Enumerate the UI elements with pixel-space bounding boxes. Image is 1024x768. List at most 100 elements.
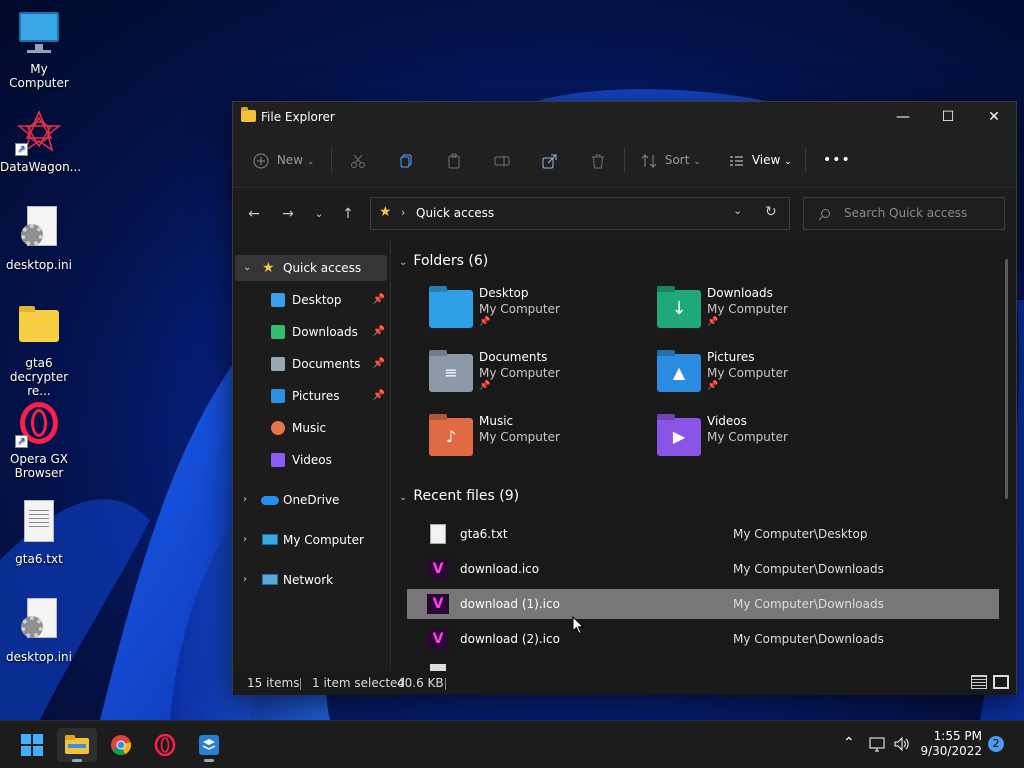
taskbar-app[interactable] (189, 728, 229, 762)
opera-gx-icon: ↗ (15, 400, 63, 448)
taskbar-file-explorer[interactable] (57, 728, 97, 762)
window-title: File Explorer (261, 110, 335, 124)
sort-button[interactable]: Sort ⌄ (641, 147, 701, 173)
tiles-view-icon[interactable] (993, 675, 1009, 689)
recent-header-label: Recent files (9) (413, 488, 520, 504)
up-button[interactable]: ↑ (338, 206, 358, 222)
copy-button[interactable] (398, 147, 414, 173)
sidebar-item-label: Downloads (292, 325, 358, 339)
table-row[interactable]: gta6.txt My Computer\Desktop (407, 519, 999, 549)
file-location: My Computer\Downloads (733, 562, 884, 576)
clock[interactable]: 1:55 PM 9/30/2022 (920, 729, 982, 759)
sidebar-item-music[interactable]: Music (235, 415, 387, 441)
search-box[interactable]: Search Quick access (803, 197, 1005, 230)
folder-tile-music[interactable]: ♪ Music My Computer (429, 414, 649, 470)
sort-label: Sort (664, 153, 690, 167)
maximize-button[interactable]: ☐ (925, 102, 971, 132)
folder-tile-desktop[interactable]: Desktop My Computer 📌 (429, 286, 649, 342)
volume-icon[interactable] (893, 736, 911, 752)
separator (331, 148, 332, 172)
folder-tile-documents[interactable]: ≡ Documents My Computer 📌 (429, 350, 649, 406)
settings-file-icon (15, 598, 63, 646)
sidebar-item-label: Quick access (283, 261, 362, 275)
vertical-scrollbar[interactable] (1005, 259, 1008, 499)
pin-icon: 📌 (707, 381, 719, 391)
desktop-icon-gta6-folder[interactable]: gta6 decrypter re... (0, 304, 78, 398)
desktop-icon-desktop-ini[interactable]: desktop.ini (0, 206, 78, 272)
desktop-icon-datawagon[interactable]: ↗ DataWagon... (0, 108, 81, 174)
chevron-down-icon: ⌄ (399, 257, 408, 268)
file-icon (430, 664, 446, 671)
desktop-icon-label: My Computer (9, 62, 69, 90)
recent-files-section-header[interactable]: ⌄ Recent files (9) (399, 488, 519, 504)
sidebar-item-videos[interactable]: Videos (235, 447, 387, 473)
refresh-icon[interactable]: ↻ (765, 204, 777, 220)
taskbar-chrome[interactable] (101, 728, 141, 762)
chevron-right-icon: › (243, 494, 247, 505)
notification-badge[interactable]: 2 (988, 736, 1004, 752)
search-icon (818, 209, 830, 221)
close-button[interactable]: ✕ (971, 102, 1017, 132)
text-file-icon (430, 524, 446, 544)
sidebar-item-documents[interactable]: Documents 📌 (235, 351, 387, 377)
folder-location: My Computer (707, 430, 788, 444)
clock-date: 9/30/2022 (920, 744, 982, 758)
table-row[interactable]: V download.ico My Computer\Downloads (407, 554, 999, 584)
view-button[interactable]: View ⌄ (728, 147, 792, 173)
table-row-selected[interactable]: V download (1).ico My Computer\Downloads (407, 589, 999, 619)
folders-section-header[interactable]: ⌄ Folders (6) (399, 253, 488, 269)
show-hidden-icons-chevron-icon[interactable]: ⌃ (843, 735, 855, 751)
network-status-icon[interactable] (869, 737, 887, 752)
share-button[interactable] (542, 147, 558, 173)
folder-location: My Computer (479, 430, 560, 444)
rename-button[interactable] (494, 147, 510, 173)
downloads-folder-icon: ↓ (657, 290, 701, 328)
new-label: New (276, 153, 304, 167)
file-name: download (2).ico (460, 632, 560, 646)
paste-button[interactable] (446, 147, 462, 173)
content-pane: ⌄ Folders (6) Desktop My Computer 📌 ↓ Dow… (391, 239, 1016, 671)
pictures-icon (271, 389, 285, 403)
sidebar-item-quick-access[interactable]: ⌄ ★ Quick access (235, 255, 387, 281)
minimize-button[interactable]: — (880, 102, 926, 132)
pin-icon: 📌 (479, 317, 491, 327)
more-options-button[interactable]: ••• (823, 147, 851, 173)
table-row-partial[interactable] (407, 659, 999, 671)
sidebar-item-pictures[interactable]: Pictures 📌 (235, 383, 387, 409)
start-button[interactable] (12, 728, 52, 762)
sidebar-item-desktop[interactable]: Desktop 📌 (235, 287, 387, 313)
folder-tile-videos[interactable]: ▶ Videos My Computer (657, 414, 877, 470)
sidebar-item-network[interactable]: › Network (235, 567, 387, 593)
chevron-down-icon: ⌄ (306, 157, 315, 167)
settings-file-icon (15, 206, 63, 254)
address-bar[interactable]: ★ › Quick access ⌄ ↻ (370, 197, 790, 230)
details-view-icon[interactable] (971, 675, 987, 689)
new-button[interactable]: New ⌄ (253, 147, 314, 173)
sidebar-item-downloads[interactable]: Downloads 📌 (235, 319, 387, 345)
delete-button[interactable] (590, 147, 606, 173)
desktop-icon-label-line1: gta6 (25, 356, 53, 370)
desktop-icon-my-computer[interactable]: My Computer (0, 10, 78, 90)
recent-locations-chevron-icon[interactable]: ⌄ (309, 206, 329, 222)
forward-button[interactable]: → (278, 206, 298, 222)
table-row[interactable]: V download (2).ico My Computer\Downloads (407, 624, 999, 654)
folder-tile-pictures[interactable]: ▲ Pictures My Computer 📌 (657, 350, 877, 406)
desktop-icon-label-line2: decrypter re... (9, 370, 69, 398)
address-dropdown-icon[interactable]: ⌄ (733, 204, 742, 217)
desktop-icon-desktop-ini-2[interactable]: desktop.ini (0, 598, 78, 664)
chevron-right-icon: › (243, 534, 247, 545)
view-label: View (751, 153, 781, 167)
cut-button[interactable] (350, 147, 366, 173)
sidebar-item-my-computer[interactable]: › My Computer (235, 527, 387, 553)
taskbar-opera-gx[interactable] (145, 728, 185, 762)
folder-name: Music (479, 414, 514, 428)
desktop-icon-opera-gx[interactable]: ↗ Opera GX Browser (0, 400, 78, 480)
title-bar[interactable]: File Explorer — ☐ ✕ (233, 102, 1016, 132)
file-location: My Computer\Downloads (733, 597, 884, 611)
desktop-icon-gta6-txt[interactable]: gta6.txt (0, 500, 78, 566)
back-button[interactable]: ← (244, 206, 264, 222)
folders-header-label: Folders (6) (413, 253, 489, 269)
status-bar: 15 items 1 item selected 40.6 KB (233, 671, 1016, 695)
folder-tile-downloads[interactable]: ↓ Downloads My Computer 📌 (657, 286, 877, 342)
sidebar-item-onedrive[interactable]: › OneDrive (235, 487, 387, 513)
